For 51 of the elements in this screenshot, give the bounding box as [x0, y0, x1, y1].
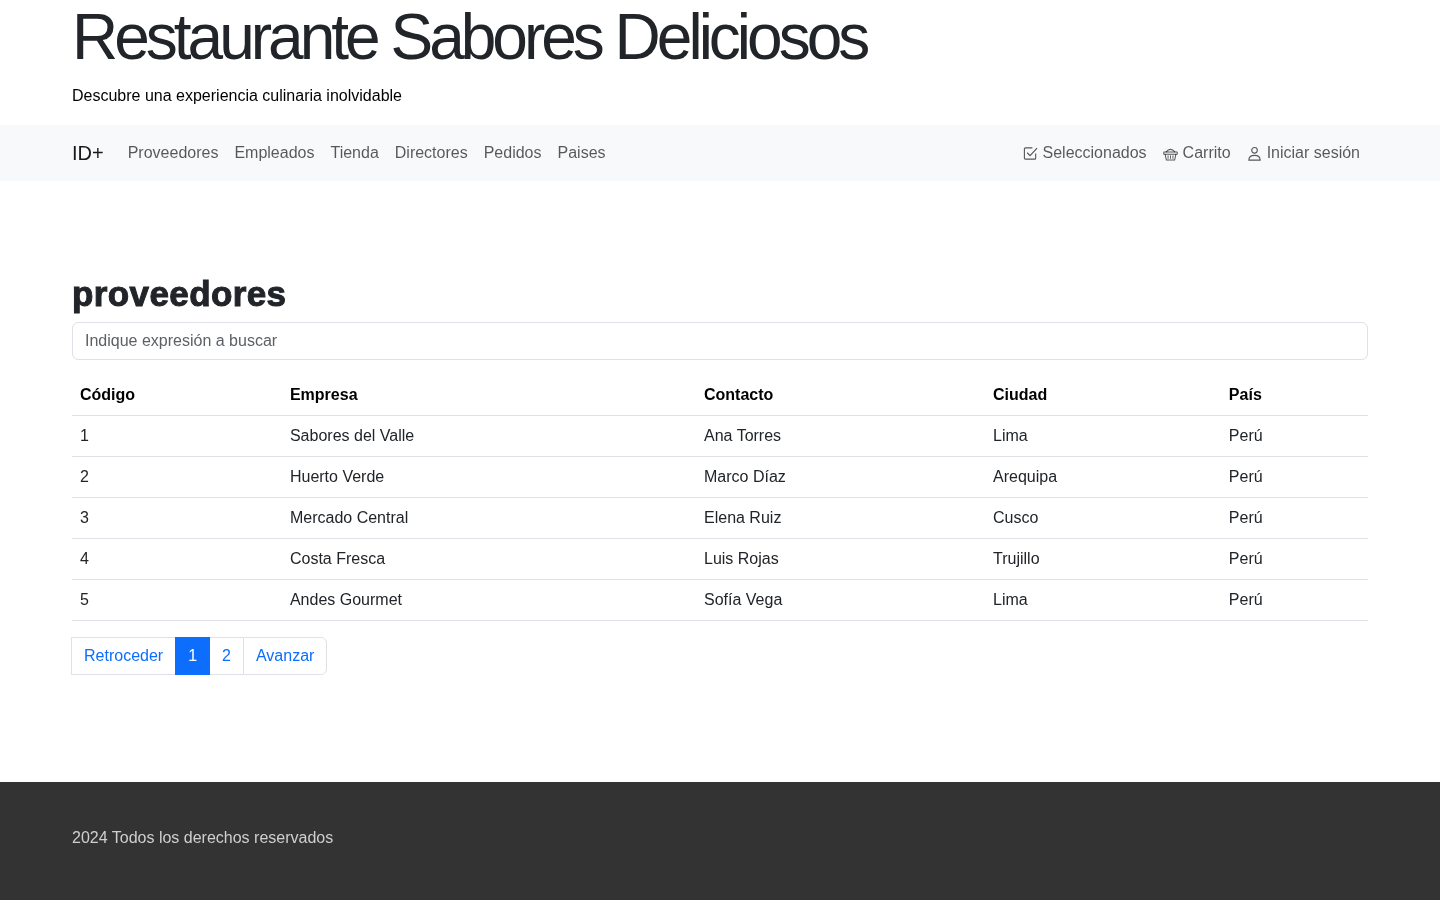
table-cell: Huerto Verde — [289, 468, 385, 485]
page-heading: proveedores — [72, 273, 287, 315]
table-cell: Marco Díaz — [704, 468, 786, 485]
check-square-icon — [1022, 145, 1038, 161]
table-cell: Perú — [1228, 550, 1263, 567]
table-cell: 1 — [80, 427, 89, 444]
column-header: Empresa — [289, 386, 358, 403]
table-cell: Arequipa — [993, 468, 1058, 485]
table-cell: Mercado Central — [289, 509, 409, 526]
site-title: Restaurante Sabores Deliciosos — [72, 5, 867, 69]
table-cell: 3 — [80, 509, 89, 526]
nav-link[interactable]: Empleados — [226, 133, 323, 173]
page-link[interactable]: 2 — [209, 637, 244, 675]
nav-link[interactable]: Paises — [549, 133, 614, 173]
brand-link[interactable]: ID+ — [72, 138, 104, 168]
table-cell: Trujillo — [993, 550, 1040, 567]
nav-link[interactable]: Tienda — [322, 133, 387, 173]
table-cell: Perú — [1228, 468, 1263, 485]
nav-link[interactable]: Directores — [386, 133, 476, 173]
page-link[interactable]: 1 — [175, 637, 211, 675]
column-header: Contacto — [704, 386, 774, 403]
table-cell: Andes Gourmet — [289, 591, 402, 608]
nav-link[interactable]: Carrito — [1154, 133, 1239, 173]
table-cell: Luis Rojas — [704, 550, 779, 567]
search-field[interactable]: Indique expresión a buscar — [72, 322, 1368, 360]
nav-link[interactable]: Seleccionados — [1014, 133, 1155, 173]
column-header: Código — [80, 386, 136, 403]
column-header: Ciudad — [993, 386, 1048, 403]
table-cell: Lima — [993, 591, 1028, 608]
table-cell: 5 — [80, 591, 89, 608]
table-cell: 4 — [80, 550, 89, 567]
site-tagline: Descubre una experiencia culinaria inolvidable — [72, 86, 402, 106]
column-header: País — [1228, 386, 1262, 403]
table-cell: Perú — [1228, 591, 1263, 608]
nav-link[interactable]: Iniciar sesión — [1238, 133, 1368, 173]
nav-link[interactable]: Proveedores — [119, 133, 227, 173]
table-cell: Elena Ruiz — [704, 509, 782, 526]
table-cell: 2 — [80, 468, 89, 485]
table-cell: Ana Torres — [704, 427, 782, 444]
table-cell: Sabores del Valle — [289, 427, 415, 444]
person-icon — [1246, 145, 1262, 161]
footer-copyright: 2024 Todos los derechos reservados — [72, 828, 334, 848]
table-cell: Costa Fresca — [289, 550, 386, 567]
table-cell: Perú — [1228, 509, 1263, 526]
page-link[interactable]: Avanzar — [242, 637, 328, 675]
table-cell: Sofía Vega — [704, 591, 783, 608]
table-cell: Lima — [993, 427, 1028, 444]
table-cell: Cusco — [993, 509, 1039, 526]
table-cell: Perú — [1228, 427, 1263, 444]
nav-link[interactable]: Pedidos — [475, 133, 550, 173]
page-link[interactable]: Retroceder — [71, 637, 177, 675]
